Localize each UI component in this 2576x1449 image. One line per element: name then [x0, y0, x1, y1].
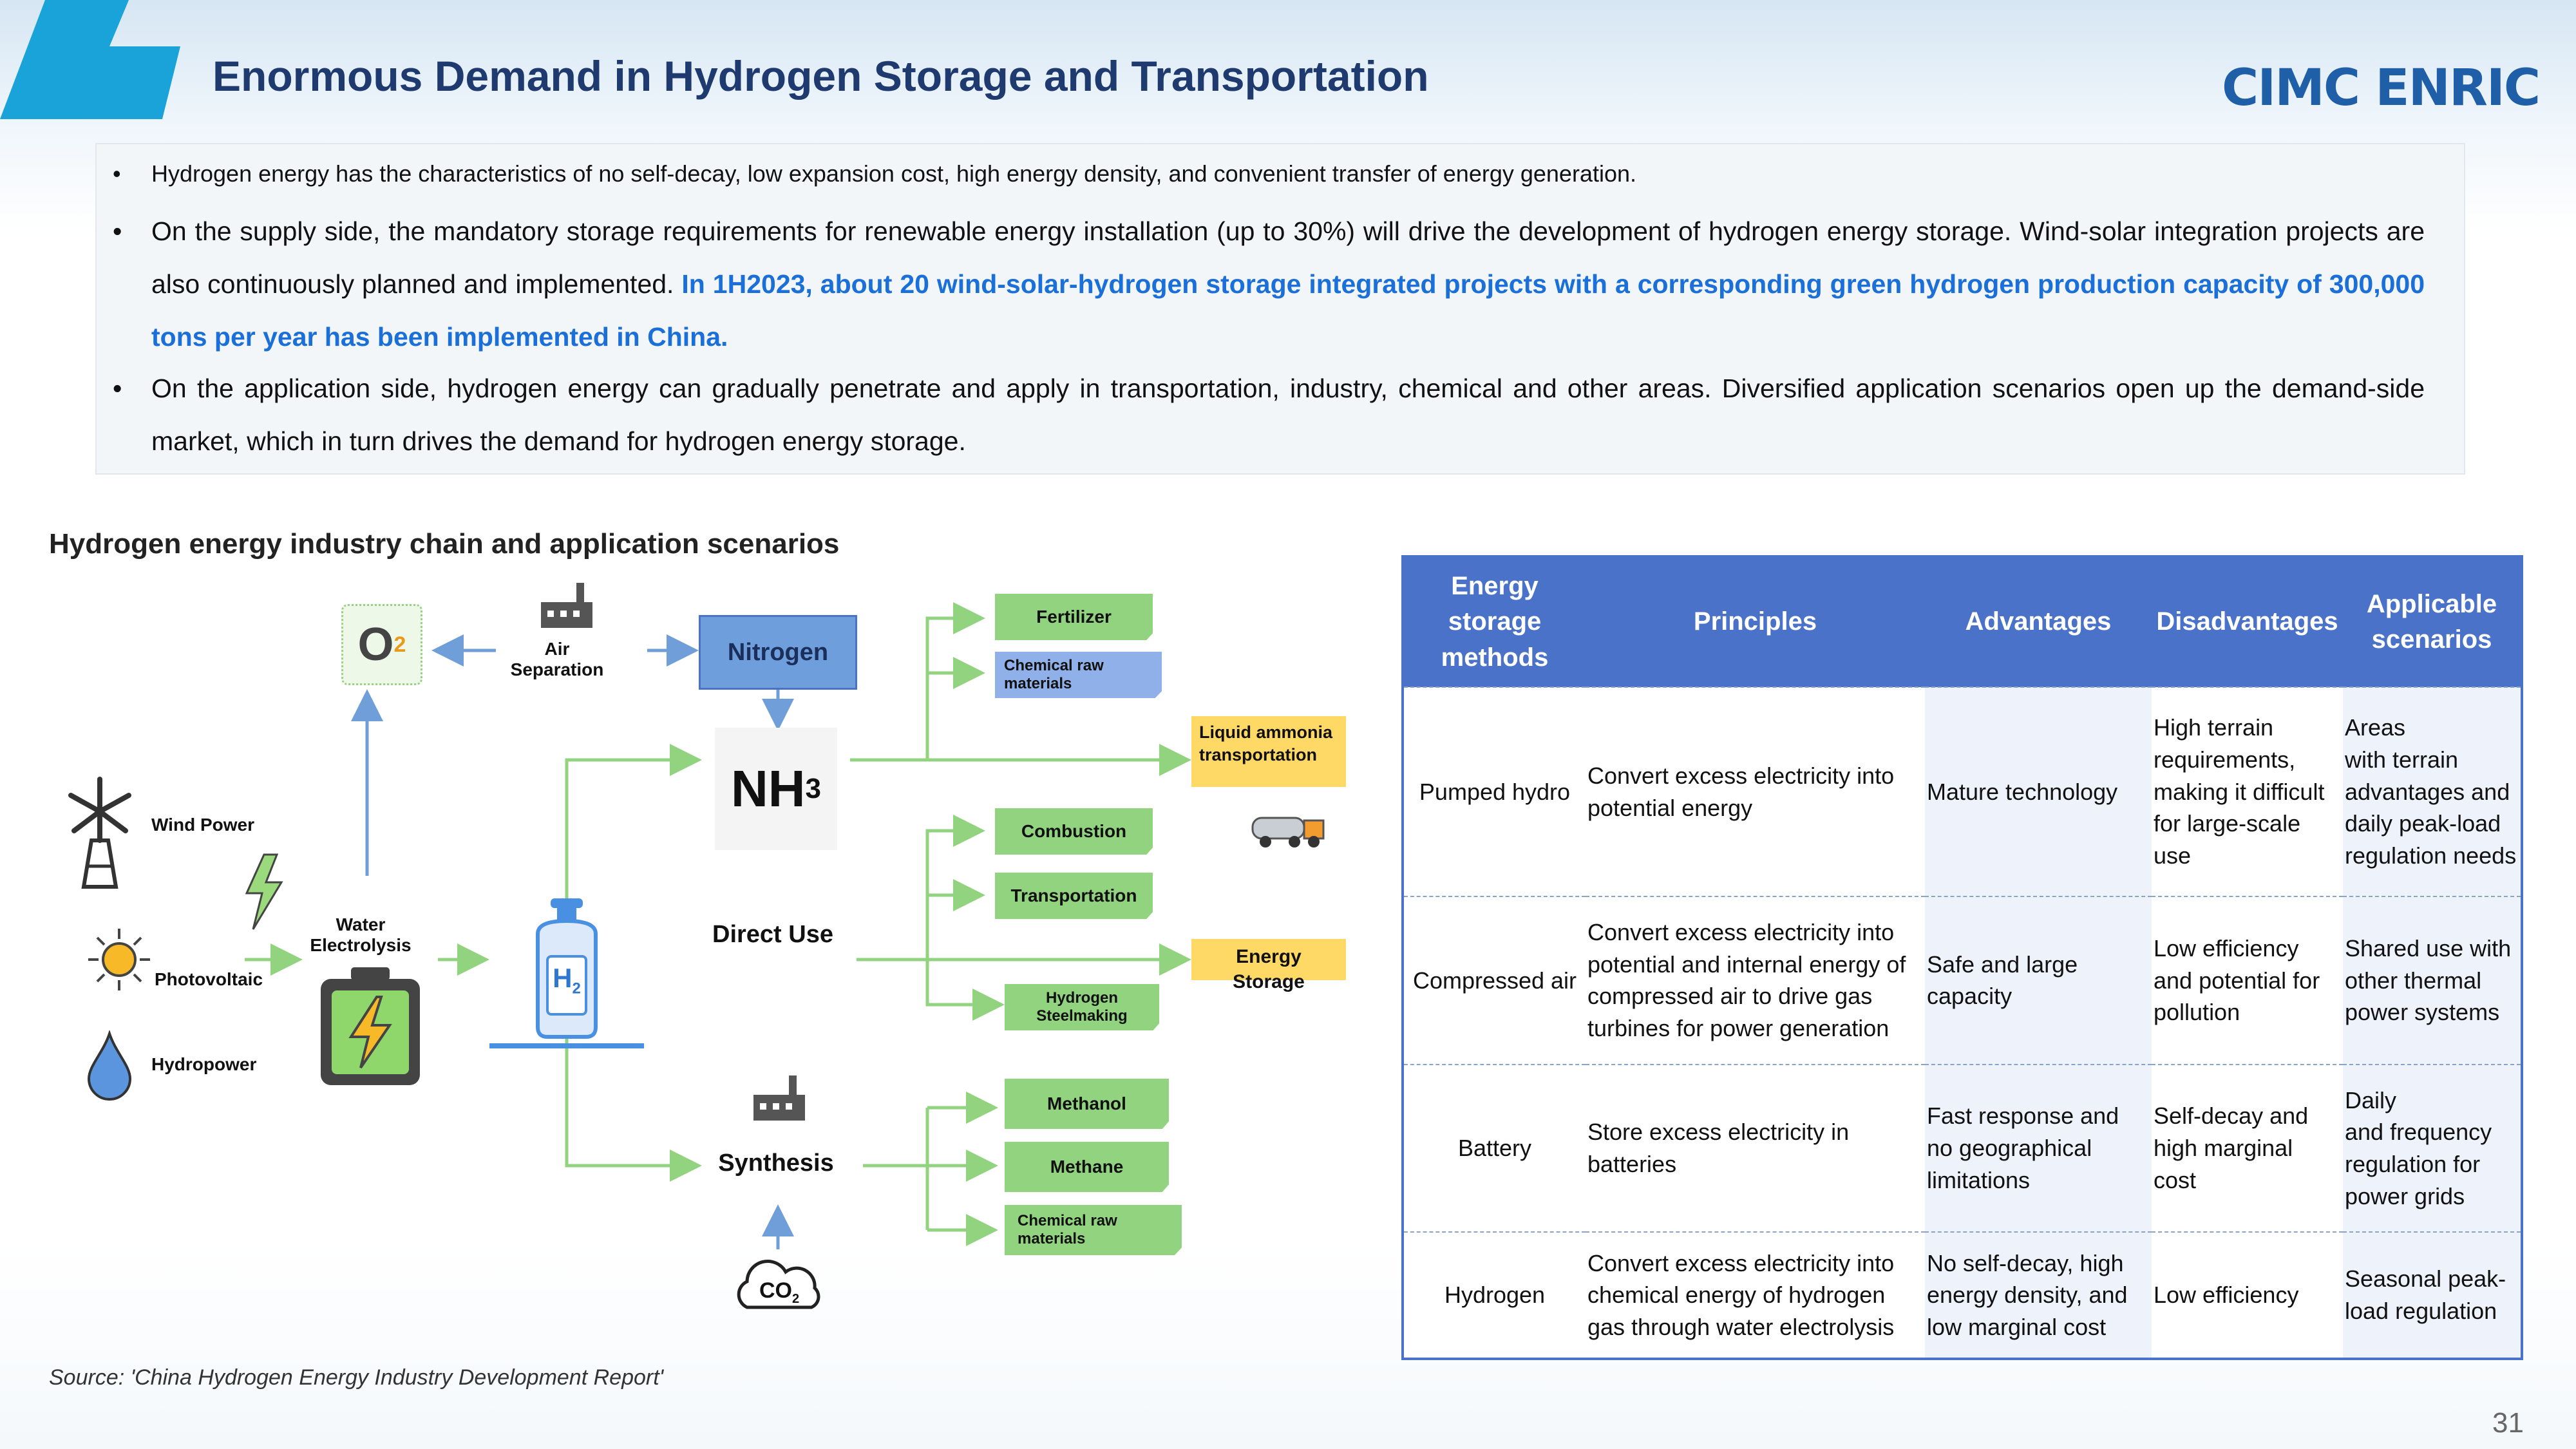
header-principles: Principles: [1586, 558, 1925, 687]
table-cell: Fast response and no geographical limita…: [1925, 1063, 2152, 1233]
table-cell: Compressed air: [1404, 896, 1586, 1065]
industry-chain-diagram: O2 Air Separation Nitrogen NH 3 Wind Powe…: [52, 567, 1365, 1340]
bullet-dot-icon: •: [113, 160, 121, 187]
table-cell: Pumped hydro: [1404, 686, 1586, 897]
table-row: Hydrogen Convert excess electricity into…: [1404, 1231, 2521, 1358]
table-cell: No self-decay, high energy density, and …: [1925, 1231, 2152, 1358]
bullet-dot-icon: •: [113, 374, 122, 403]
water-electrolysis-label: Water Electrolysis: [310, 914, 412, 955]
wind-turbine-icon: [68, 777, 131, 889]
bullet-box: • Hydrogen energy has the characteristic…: [95, 143, 2465, 475]
table-cell: Seasonal peak-load regulation: [2343, 1231, 2521, 1358]
header-disadvantages: Disadvantages: [2152, 558, 2343, 687]
methane-box: Methane: [1005, 1142, 1169, 1192]
sun-icon: [88, 929, 150, 990]
table-cell: Areas with terrain advantages and daily …: [2343, 686, 2521, 897]
table-header-row: Energy storage methods Principles Advant…: [1404, 558, 2521, 687]
table-cell: Mature technology: [1925, 686, 2152, 897]
table-cell: Convert excess electricity into potentia…: [1586, 686, 1925, 897]
factory-icon: [541, 583, 592, 628]
table-row: Pumped hydro Convert excess electricity …: [1404, 686, 2521, 897]
table-cell: Daily and frequency regulation for power…: [2343, 1063, 2521, 1233]
chemical-raw-materials-box: Chemical raw materials: [995, 652, 1162, 698]
table-cell: Low efficiency and potential for polluti…: [2152, 896, 2343, 1065]
table-cell: Store excess electricity in batteries: [1586, 1063, 1925, 1233]
lightning-icon: [245, 853, 283, 930]
table-cell: Low efficiency: [2152, 1231, 2343, 1358]
truck-icon: [1251, 817, 1325, 848]
wind-power-label: Wind Power: [151, 815, 254, 835]
page-title: Enormous Demand in Hydrogen Storage and …: [213, 52, 1429, 100]
chemical-raw-materials-box: Chemical raw materials: [1005, 1205, 1182, 1255]
table-cell: Shared use with other thermal power syst…: [2343, 896, 2521, 1065]
hydrogen-symbol: H2: [553, 963, 581, 998]
battery-icon: [321, 967, 420, 1085]
direct-use-label: Direct Use: [712, 921, 833, 948]
table-row: Compressed air Convert excess electricit…: [1404, 896, 2521, 1065]
methanol-box: Methanol: [1005, 1079, 1169, 1129]
synthesis-label: Synthesis: [718, 1150, 834, 1177]
air-separation-label: Air Separation: [510, 639, 604, 679]
bullet-text: Hydrogen energy has the characteristics …: [151, 160, 1637, 187]
table-cell: Convert excess electricity into chemical…: [1586, 1231, 1925, 1358]
bullet-item: • On the supply side, the mandatory stor…: [113, 205, 2425, 363]
company-logo: CIMC ENRIC: [2222, 59, 2541, 117]
ammonia-box: NH 3: [715, 728, 837, 850]
table-cell: Convert excess electricity into potentia…: [1586, 896, 1925, 1065]
table-cell: Self-decay and high marginal cost: [2152, 1063, 2343, 1233]
oxygen-icon: O2: [341, 604, 422, 685]
bullet-item: • Hydrogen energy has the characteristic…: [113, 155, 2425, 193]
nitrogen-box: Nitrogen: [699, 615, 857, 690]
page-number: 31: [2492, 1407, 2524, 1439]
storage-methods-table: Energy storage methods Principles Advant…: [1401, 555, 2523, 1360]
header-accent-shape: [0, 0, 180, 119]
bullet-text: On the application side, hydrogen energy…: [151, 374, 2425, 456]
factory-icon: [753, 1075, 805, 1121]
section-title: Hydrogen energy industry chain and appli…: [49, 528, 840, 560]
table-cell: High terrain requirements, making it dif…: [2152, 686, 2343, 897]
table-cell: Safe and large capacity: [1925, 896, 2152, 1065]
header-scenarios: Applicable scenarios: [2343, 558, 2521, 687]
water-drop-icon: [87, 1030, 132, 1101]
energy-storage-box: Energy Storage: [1191, 939, 1346, 992]
transportation-box: Transportation: [995, 873, 1153, 919]
header-advantages: Advantages: [1925, 558, 2152, 687]
photovoltaic-label: Photovoltaic: [155, 969, 263, 989]
bullet-item: • On the application side, hydrogen ener…: [113, 362, 2425, 468]
table-cell: Battery: [1404, 1063, 1586, 1233]
comparison-table: Energy storage methods Principles Advant…: [1404, 558, 2521, 1358]
fertilizer-box: Fertilizer: [995, 594, 1153, 640]
header-methods: Energy storage methods: [1404, 558, 1586, 687]
hydropower-label: Hydropower: [151, 1054, 257, 1074]
table-cell: Hydrogen: [1404, 1231, 1586, 1358]
co2-label: CO2: [759, 1278, 800, 1306]
bullet-dot-icon: •: [113, 216, 122, 246]
hydrogen-steelmaking-box: Hydrogen Steelmaking: [1005, 984, 1159, 1030]
combustion-box: Combustion: [995, 808, 1153, 855]
source-note: Source: 'China Hydrogen Energy Industry …: [49, 1365, 664, 1390]
liquid-ammonia-box: Liquid ammonia transportation: [1191, 716, 1346, 787]
table-row: Battery Store excess electricity in batt…: [1404, 1063, 2521, 1233]
